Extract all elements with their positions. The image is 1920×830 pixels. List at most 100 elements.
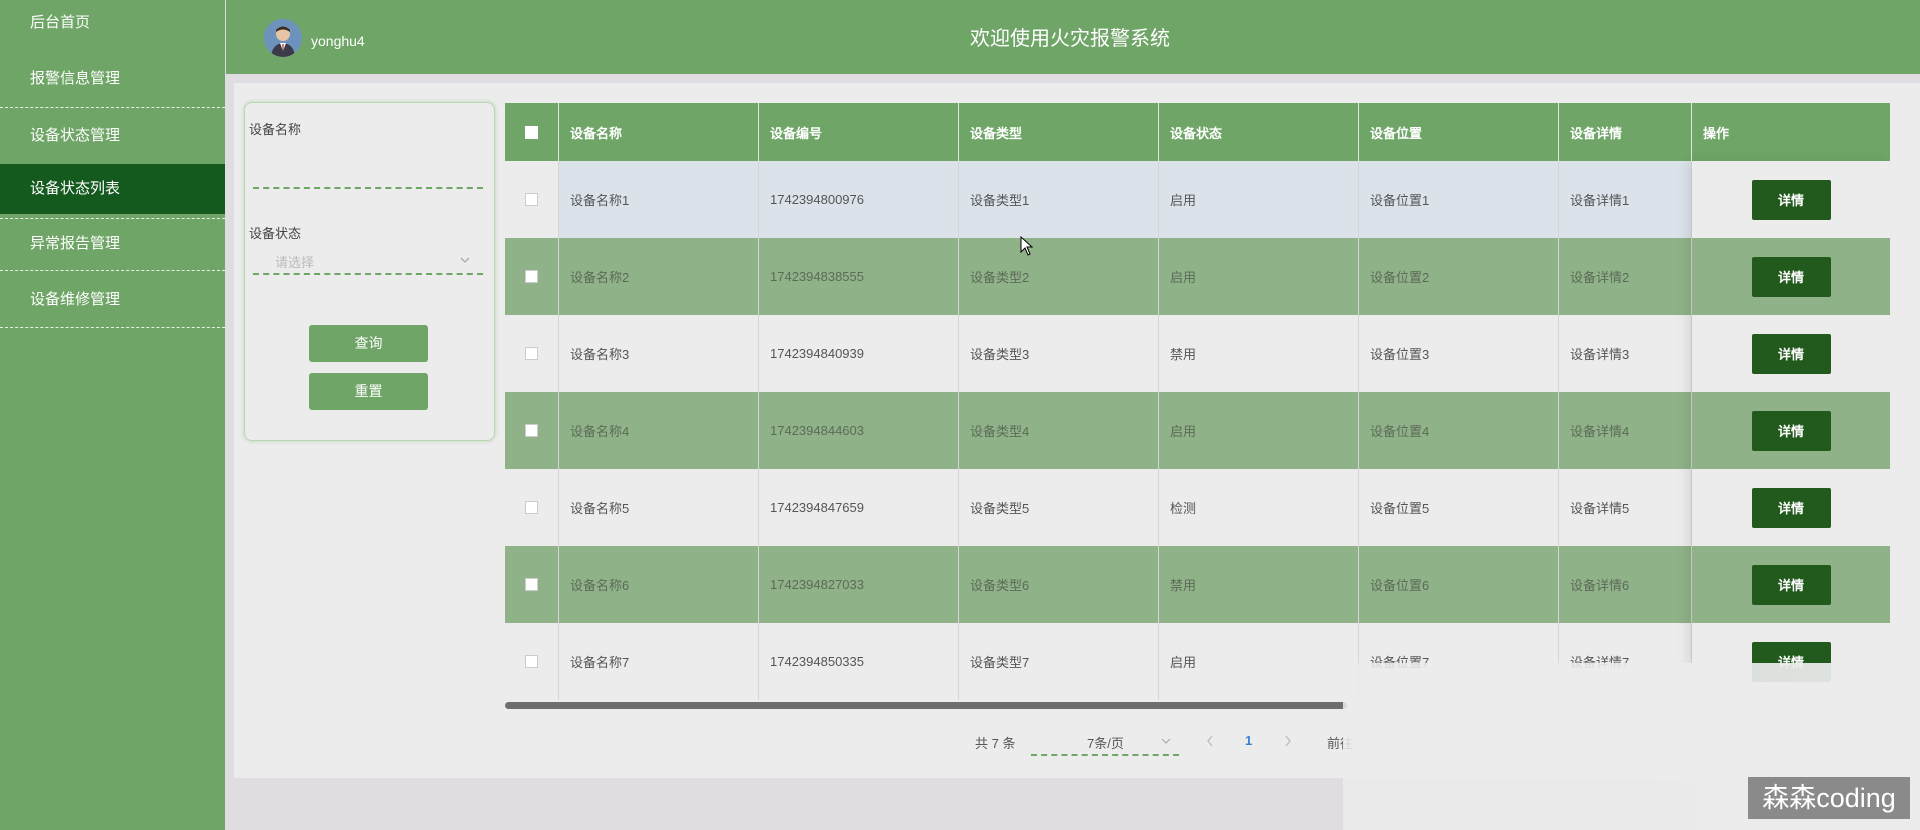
header-device-location[interactable]: 设备位置 xyxy=(1359,103,1559,161)
cell-device-code: 1742394844603 xyxy=(759,392,959,469)
row-checkbox-cell xyxy=(505,546,559,623)
device-status-select[interactable]: 请选择 xyxy=(253,247,483,273)
device-name-underline xyxy=(253,187,483,189)
header-device-type[interactable]: 设备类型 xyxy=(959,103,1159,161)
header-operation: 操作 xyxy=(1703,125,1730,141)
cell-device-name: 设备名称1 xyxy=(559,161,759,238)
cell-device-detail: 设备详情1 xyxy=(1559,161,1692,238)
cell-device-status: 启用 xyxy=(1159,623,1359,700)
cell-device-type: 设备类型6 xyxy=(959,546,1159,623)
row-checkbox-cell xyxy=(505,315,559,392)
cell-device-status: 启用 xyxy=(1159,392,1359,469)
cell-device-name: 设备名称3 xyxy=(559,315,759,392)
next-page-icon[interactable] xyxy=(1284,735,1292,747)
cell-device-detail: 设备详情2 xyxy=(1559,238,1692,315)
row-checkbox[interactable] xyxy=(525,424,538,437)
page-size-value: 7条/页 xyxy=(1087,736,1124,751)
sidebar-item-device-status-list[interactable]: 设备状态列表 xyxy=(0,164,225,214)
device-name-input[interactable] xyxy=(253,143,483,187)
row-checkbox[interactable] xyxy=(525,347,538,360)
cell-device-location: 设备位置6 xyxy=(1359,546,1559,623)
cell-device-detail: 设备详情4 xyxy=(1559,392,1692,469)
cell-device-status: 禁用 xyxy=(1159,546,1359,623)
row-checkbox-cell xyxy=(505,238,559,315)
sidebar: 后台首页 报警信息管理 设备状态管理 设备状态列表 异常报告管理 设备维修管理 xyxy=(0,0,225,830)
horizontal-scrollbar[interactable] xyxy=(505,702,1347,709)
table-row[interactable]: 设备名称6 1742394827033 设备类型6 禁用 设备位置6 设备详情6 详情 xyxy=(505,546,1890,623)
header-device-status[interactable]: 设备状态 xyxy=(1159,103,1359,161)
sidebar-item-home[interactable]: 后台首页 xyxy=(0,0,225,45)
cell-device-status: 检测 xyxy=(1159,469,1359,546)
select-all-cell xyxy=(505,103,559,161)
watermark: 森森coding xyxy=(1748,777,1910,819)
cell-device-code: 1742394800976 xyxy=(759,161,959,238)
device-status-label: 设备状态 xyxy=(249,226,302,241)
row-checkbox[interactable] xyxy=(525,578,538,591)
cell-device-code: 1742394840939 xyxy=(759,315,959,392)
cell-device-location: 设备位置4 xyxy=(1359,392,1559,469)
cell-device-location: 设备位置5 xyxy=(1359,469,1559,546)
cell-device-name: 设备名称6 xyxy=(559,546,759,623)
sidebar-item-alarm-info[interactable]: 报警信息管理 xyxy=(0,56,225,108)
cell-device-type: 设备类型3 xyxy=(959,315,1159,392)
mouse-cursor-icon xyxy=(1020,236,1034,256)
cell-device-code: 1742394850335 xyxy=(759,623,959,700)
cell-device-location: 设备位置1 xyxy=(1359,161,1559,238)
cell-device-detail: 设备详情5 xyxy=(1559,469,1692,546)
search-panel: 设备名称 设备状态 请选择 查询 重置 xyxy=(244,102,495,441)
sidebar-item-device-repair[interactable]: 设备维修管理 xyxy=(0,276,225,328)
header-device-code[interactable]: 设备编号 xyxy=(759,103,959,161)
avatar[interactable] xyxy=(264,19,302,57)
device-status-placeholder: 请选择 xyxy=(275,255,315,270)
query-button[interactable]: 查询 xyxy=(309,325,428,362)
row-checkbox[interactable] xyxy=(525,655,538,668)
cell-device-type: 设备类型4 xyxy=(959,392,1159,469)
row-checkbox[interactable] xyxy=(525,501,538,514)
header-device-name[interactable]: 设备名称 xyxy=(559,103,759,161)
sidebar-item-device-status-management[interactable]: 设备状态管理 xyxy=(0,113,225,165)
table-row[interactable]: 设备名称2 1742394838555 设备类型2 启用 设备位置2 设备详情2 详情 xyxy=(505,238,1890,315)
sidebar-item-exception-report[interactable]: 异常报告管理 xyxy=(0,218,225,271)
table-header-row: 设备名称 设备编号 设备类型 设备状态 设备位置 设备详情 操作 xyxy=(505,103,1890,161)
page-size-select[interactable]: 7条/页 xyxy=(1031,726,1179,756)
fixed-operation-column xyxy=(1692,161,1890,666)
select-all-checkbox[interactable] xyxy=(525,125,538,139)
row-checkbox-cell xyxy=(505,623,559,700)
row-checkbox[interactable] xyxy=(525,193,538,206)
cell-device-type: 设备类型7 xyxy=(959,623,1159,700)
cell-device-code: 1742394847659 xyxy=(759,469,959,546)
row-checkbox[interactable] xyxy=(525,270,538,283)
cell-device-status: 启用 xyxy=(1159,161,1359,238)
cell-device-name: 设备名称5 xyxy=(559,469,759,546)
cell-device-name: 设备名称4 xyxy=(559,392,759,469)
page-size-underline xyxy=(1031,754,1179,756)
page-title: 欢迎使用火灾报警系统 xyxy=(970,28,1170,50)
device-status-underline xyxy=(253,273,483,275)
table-row[interactable]: 设备名称3 1742394840939 设备类型3 禁用 设备位置3 设备详情3 详情 xyxy=(505,315,1890,392)
table-row[interactable]: 设备名称5 1742394847659 设备类型5 检测 设备位置5 设备详情5 详情 xyxy=(505,469,1890,546)
row-checkbox-cell xyxy=(505,469,559,546)
chevron-down-icon xyxy=(1161,738,1171,744)
cell-device-type: 设备类型2 xyxy=(959,238,1159,315)
header-device-detail[interactable]: 设备详情 xyxy=(1559,103,1692,161)
cell-device-location: 设备位置2 xyxy=(1359,238,1559,315)
prev-page-icon[interactable] xyxy=(1206,735,1214,747)
cell-device-status: 启用 xyxy=(1159,238,1359,315)
cell-device-code: 1742394838555 xyxy=(759,238,959,315)
user-avatar-icon xyxy=(264,19,302,57)
cell-device-type: 设备类型1 xyxy=(959,161,1159,238)
reset-button[interactable]: 重置 xyxy=(309,373,428,410)
page-number-current[interactable]: 1 xyxy=(1245,733,1252,748)
cell-device-code: 1742394827033 xyxy=(759,546,959,623)
table-row[interactable]: 设备名称1 1742394800976 设备类型1 启用 设备位置1 设备详情1 详情 xyxy=(505,161,1890,238)
cell-device-status: 禁用 xyxy=(1159,315,1359,392)
cell-device-name: 设备名称2 xyxy=(559,238,759,315)
username[interactable]: yonghu4 xyxy=(311,33,365,49)
device-name-label: 设备名称 xyxy=(249,122,302,137)
cell-device-name: 设备名称7 xyxy=(559,623,759,700)
cell-device-location: 设备位置3 xyxy=(1359,315,1559,392)
pagination-total: 共 7 条 xyxy=(975,736,1016,751)
row-checkbox-cell xyxy=(505,392,559,469)
table-row[interactable]: 设备名称4 1742394844603 设备类型4 启用 设备位置4 设备详情4 详情 xyxy=(505,392,1890,469)
cell-device-detail: 设备详情3 xyxy=(1559,315,1692,392)
